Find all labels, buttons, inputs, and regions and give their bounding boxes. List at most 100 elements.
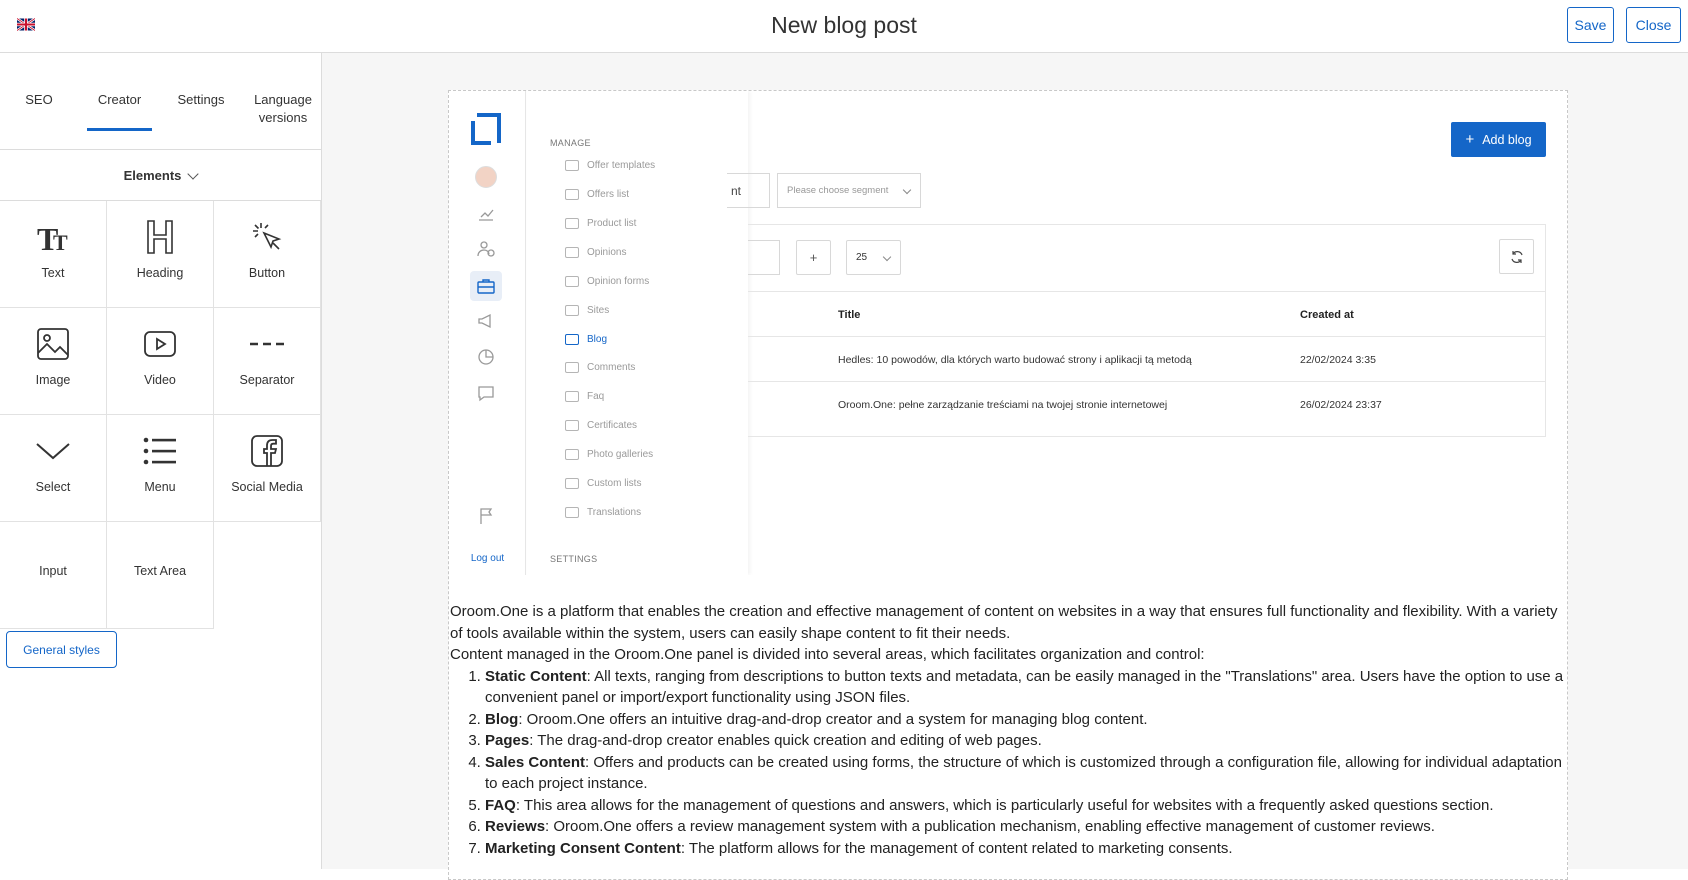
avatar xyxy=(475,166,497,188)
article-intro: Oroom.One is a platform that enables the… xyxy=(450,603,1558,642)
menu-item-label: Product list xyxy=(587,217,637,229)
menu-item-blog[interactable]: Blog xyxy=(565,331,607,347)
menu-item-offers-list[interactable]: Offers list xyxy=(565,186,629,202)
tab-language-versions[interactable]: Language versions xyxy=(248,91,318,127)
row-title[interactable]: Hedles: 10 powodów, dla których warto bu… xyxy=(838,354,1192,366)
list-item: Reviews: Oroom.One offers a review manag… xyxy=(485,816,1566,838)
element-button[interactable]: Button xyxy=(214,201,321,308)
list-item: Sales Content: Offers and products can b… xyxy=(485,752,1566,795)
element-text[interactable]: TT Text xyxy=(0,201,107,308)
menu-item-label: Offer templates xyxy=(587,159,656,171)
tab-creator[interactable]: Creator xyxy=(87,91,152,109)
segment-button[interactable]: nt xyxy=(727,173,770,208)
element-image[interactable]: Image xyxy=(0,308,107,415)
menu-item-label: Blog xyxy=(587,333,608,345)
menu-item-label: Translations xyxy=(587,506,642,518)
search-input[interactable] xyxy=(748,240,780,275)
content-block[interactable]: Log out MANAGE Offer templates Offers li… xyxy=(448,90,1568,880)
menu-item-icon xyxy=(565,246,579,258)
element-label: Social Media xyxy=(231,480,303,494)
element-text-area[interactable]: Text Area xyxy=(107,522,214,629)
menu-item-icon xyxy=(565,361,579,373)
menu-item-product-list[interactable]: Product list xyxy=(565,215,636,231)
row-title[interactable]: Oroom.One: pełne zarządzanie treściami n… xyxy=(838,399,1167,411)
segment-select[interactable]: Please choose segment xyxy=(777,173,921,208)
list-item: Blog: Oroom.One offers an intuitive drag… xyxy=(485,709,1566,731)
text-icon: TT xyxy=(0,217,106,257)
logout-link[interactable]: Log out xyxy=(449,553,526,564)
element-label: Separator xyxy=(239,373,295,387)
menu-item-icon xyxy=(565,217,579,229)
menu-section-manage: MANAGE xyxy=(550,138,591,148)
menu-item-icon xyxy=(565,448,579,460)
element-heading[interactable]: Heading xyxy=(107,201,214,308)
menu-item-offer-templates[interactable]: Offer templates xyxy=(565,157,655,173)
add-filter-button[interactable]: + xyxy=(796,240,831,275)
elements-label: Elements xyxy=(123,168,182,183)
svg-text:T: T xyxy=(53,230,68,254)
element-input[interactable]: Input xyxy=(0,522,107,629)
element-label: Button xyxy=(248,266,286,280)
menu-item-sites[interactable]: Sites xyxy=(565,302,609,318)
menu-item-label: Sites xyxy=(587,304,610,316)
list-item: Pages: The drag-and-drop creator enables… xyxy=(485,730,1566,752)
add-blog-button[interactable]: + Add blog xyxy=(1451,122,1546,157)
element-menu[interactable]: Menu xyxy=(107,415,214,522)
article-text[interactable]: Oroom.One is a platform that enables the… xyxy=(450,601,1566,859)
column-header-title[interactable]: Title xyxy=(838,309,860,321)
general-styles-button[interactable]: General styles xyxy=(6,631,117,668)
menu-item-comments[interactable]: Comments xyxy=(565,359,635,375)
article-lead: Content managed in the Oroom.One panel i… xyxy=(450,646,1205,663)
tab-settings[interactable]: Settings xyxy=(168,91,234,109)
element-select[interactable]: Select xyxy=(0,415,107,522)
menu-item-icon xyxy=(565,390,579,402)
select-chevron-icon xyxy=(0,431,106,471)
menu-item-icon xyxy=(565,275,579,287)
per-page-value: 25 xyxy=(856,252,868,263)
refresh-icon xyxy=(1510,250,1523,263)
per-page-select[interactable]: 25 xyxy=(846,240,901,275)
chevron-down-icon xyxy=(187,167,200,180)
element-social-media[interactable]: Social Media xyxy=(214,415,321,522)
menu-item-label: Offers list xyxy=(587,188,630,200)
divider xyxy=(748,291,1546,292)
active-tab-indicator xyxy=(87,128,152,131)
element-label: Heading xyxy=(136,266,184,280)
menu-item-certificates[interactable]: Certificates xyxy=(565,417,637,433)
menu-item-label: Photo galleries xyxy=(587,448,654,460)
menu-item-icon xyxy=(565,188,579,200)
heading-icon xyxy=(107,217,213,257)
element-label: Text xyxy=(41,266,65,280)
pie-chart-icon xyxy=(478,349,494,365)
element-label: Input xyxy=(39,564,67,578)
menu-list-icon xyxy=(107,431,213,471)
menu-item-icon xyxy=(565,419,579,431)
users-icon xyxy=(477,241,495,257)
menu-item-faq[interactable]: Faq xyxy=(565,388,604,404)
image-icon xyxy=(0,324,106,364)
separator-icon xyxy=(214,324,320,364)
chevron-down-icon xyxy=(882,252,892,262)
close-button[interactable]: Close xyxy=(1626,7,1681,43)
menu-item-opinion-forms[interactable]: Opinion forms xyxy=(565,273,649,289)
column-header-created[interactable]: Created at xyxy=(1300,309,1354,321)
editor-sidebar: SEO Creator Settings Language versions E… xyxy=(0,53,322,869)
edit-icon xyxy=(565,333,579,345)
chat-icon xyxy=(478,386,494,402)
menu-item-photo-galleries[interactable]: Photo galleries xyxy=(565,446,653,462)
element-label: Select xyxy=(35,480,71,494)
menu-section-settings: SETTINGS xyxy=(550,554,598,564)
briefcase-icon[interactable] xyxy=(476,276,496,296)
segment-placeholder: Please choose segment xyxy=(787,185,889,196)
element-separator[interactable]: Separator xyxy=(214,308,321,415)
logo-icon xyxy=(471,113,501,145)
elements-dropdown[interactable]: Elements xyxy=(0,151,321,201)
save-button[interactable]: Save xyxy=(1567,7,1614,43)
refresh-button[interactable] xyxy=(1499,239,1534,274)
menu-item-opinions[interactable]: Opinions xyxy=(565,244,626,260)
menu-item-custom-lists[interactable]: Custom lists xyxy=(565,475,641,491)
element-video[interactable]: Video xyxy=(107,308,214,415)
menu-item-translations[interactable]: Translations xyxy=(565,504,641,520)
menu-item-label: Faq xyxy=(587,390,605,402)
tab-seo[interactable]: SEO xyxy=(18,91,60,109)
